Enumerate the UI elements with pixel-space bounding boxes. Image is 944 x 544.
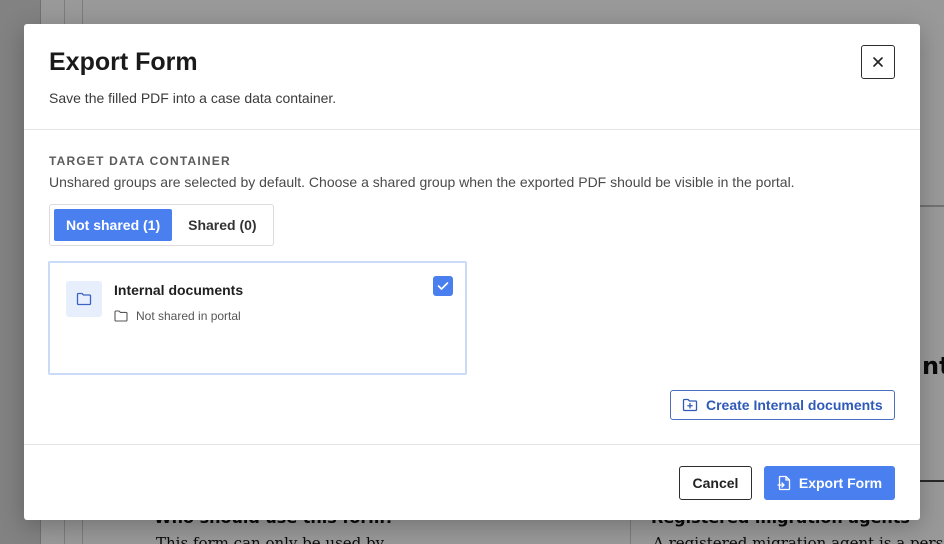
section-label: TARGET DATA CONTAINER — [49, 154, 231, 168]
section-description: Unshared groups are selected by default.… — [49, 174, 795, 190]
dialog-footer: Cancel Export Form — [24, 444, 920, 520]
export-form-dialog: Export Form Save the filled PDF into a c… — [24, 24, 920, 520]
cancel-button[interactable]: Cancel — [679, 466, 752, 500]
container-title: Internal documents — [114, 282, 244, 298]
container-status: Not shared in portal — [136, 309, 241, 323]
create-button-label: Create Internal documents — [706, 397, 883, 413]
check-icon — [437, 282, 449, 290]
dialog-header: Export Form Save the filled PDF into a c… — [24, 24, 920, 130]
container-meta: Not shared in portal — [114, 309, 241, 323]
share-tabs: Not shared (1) Shared (0) — [49, 204, 274, 246]
dialog-subtitle: Save the filled PDF into a case data con… — [49, 90, 337, 106]
folder-small-icon — [114, 310, 128, 322]
create-container-button[interactable]: Create Internal documents — [670, 390, 895, 420]
folder-icon — [76, 292, 92, 306]
dialog-title: Export Form — [49, 48, 198, 76]
container-card-internal-documents[interactable]: Internal documents Not shared in portal — [48, 261, 467, 375]
tab-not-shared[interactable]: Not shared (1) — [54, 209, 173, 241]
tab-shared[interactable]: Shared (0) — [176, 209, 268, 241]
folder-icon-box — [66, 281, 102, 317]
export-form-button[interactable]: Export Form — [764, 466, 895, 500]
folder-plus-icon — [682, 398, 698, 412]
selected-checkbox[interactable] — [433, 276, 453, 296]
export-button-label: Export Form — [798, 475, 883, 491]
close-button[interactable] — [861, 45, 895, 79]
file-export-icon — [777, 475, 791, 491]
close-icon — [873, 57, 883, 67]
